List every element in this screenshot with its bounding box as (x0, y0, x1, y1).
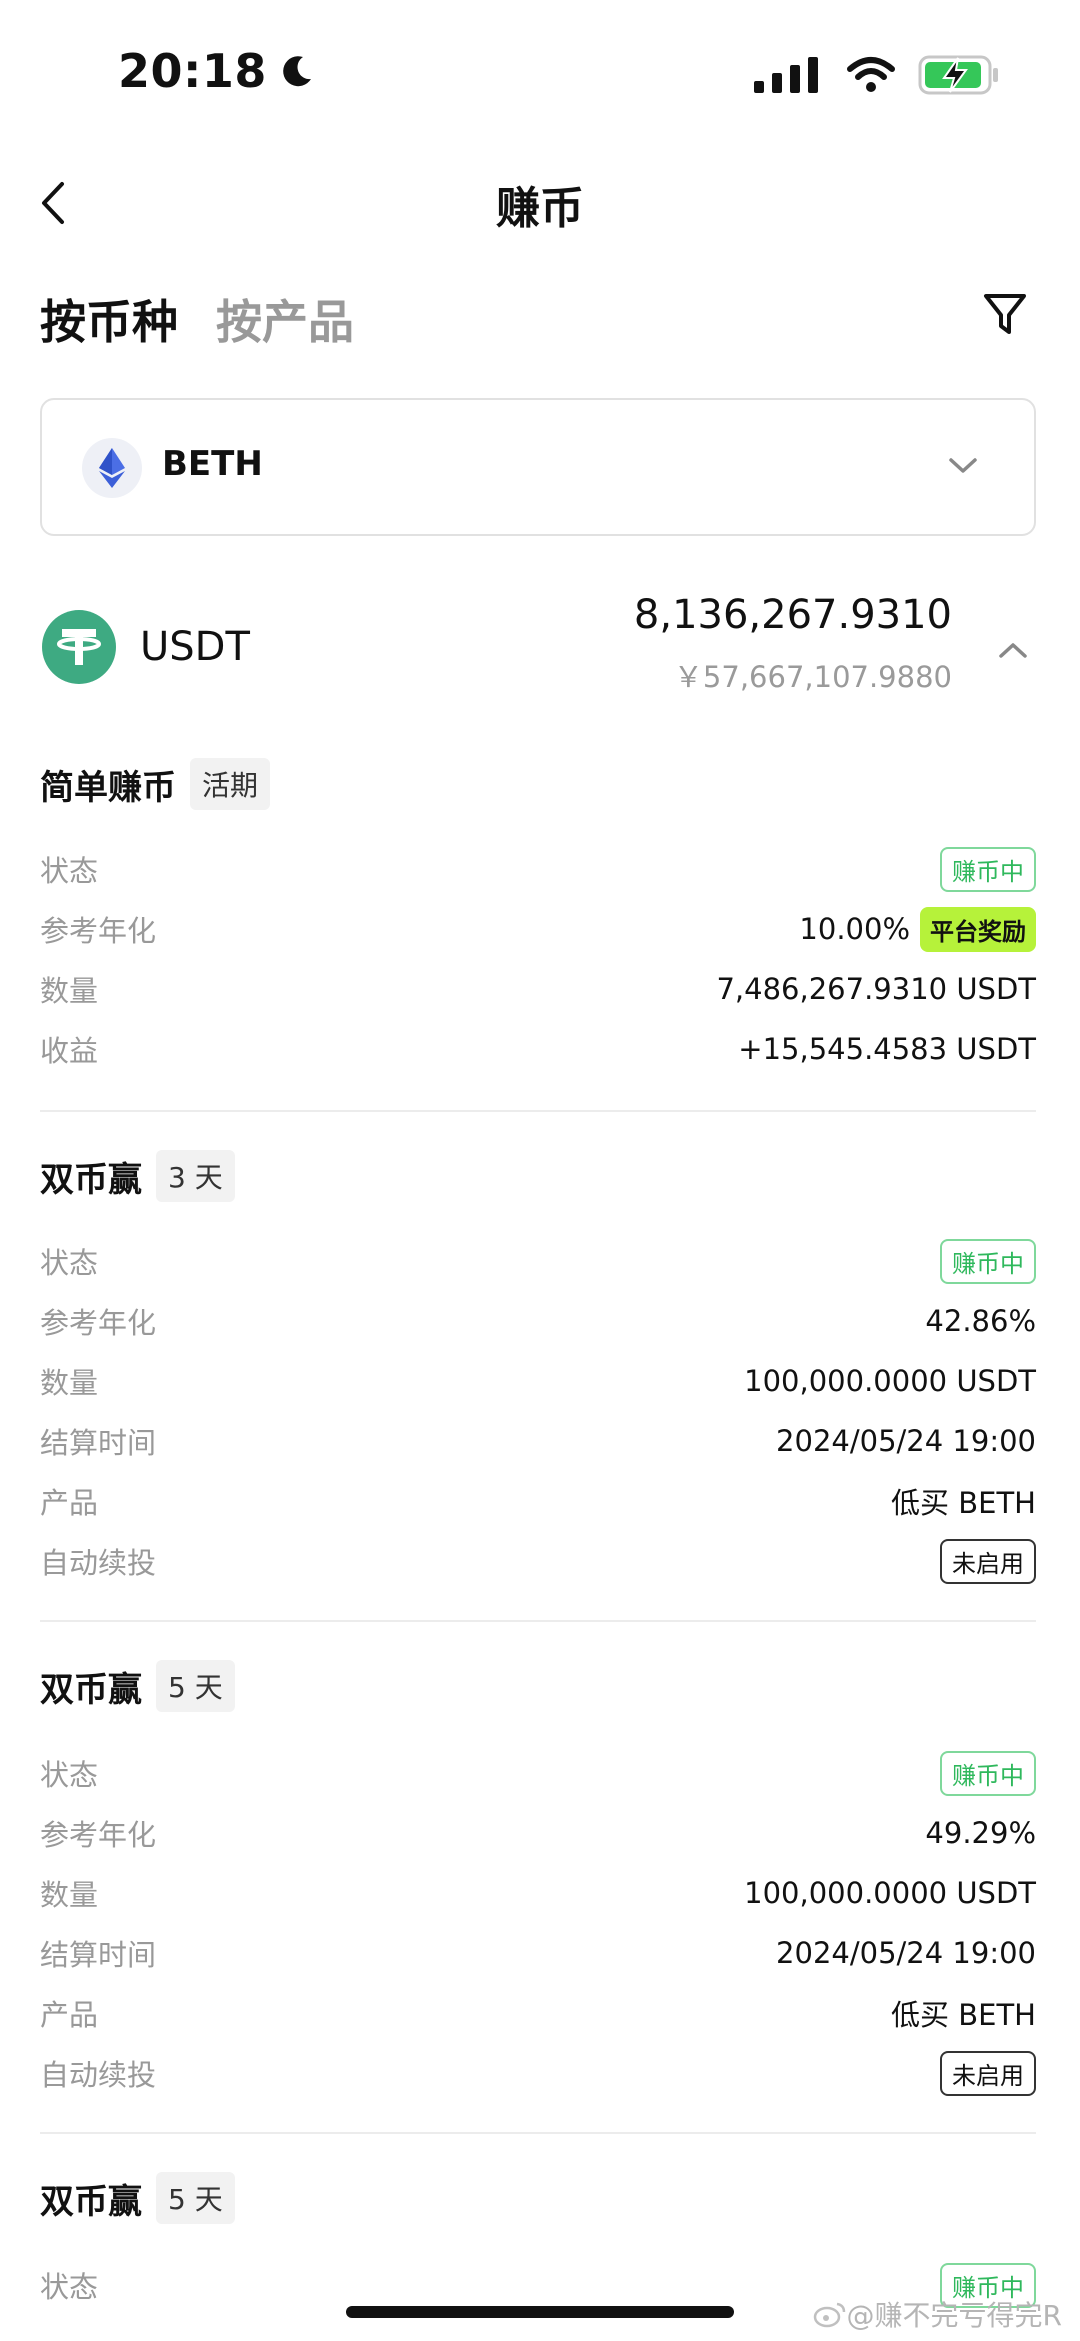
row-label: 参考年化 (40, 1818, 157, 1852)
row-value: 2024/05/24 19:00 (776, 1424, 1036, 1458)
row-status: 状态 赚币中 (40, 844, 1036, 894)
tab-by-coin[interactable]: 按币种 (40, 286, 178, 352)
row-label: 数量 (40, 1366, 99, 1400)
section-title-label: 双币赢 (40, 1669, 142, 1710)
row-apr: 参考年化 49.29% (40, 1808, 1036, 1858)
row-value: 42.86% (925, 1304, 1036, 1338)
section-tag: 5 天 (156, 1660, 235, 1712)
row-quantity: 数量 7,486,267.9310 USDT (40, 964, 1036, 1014)
section-title: 双币赢 3 天 (40, 1150, 235, 1202)
selector-label: BETH (162, 444, 263, 484)
row-label: 状态 (40, 2270, 99, 2304)
status-time-label: 20:18 (118, 44, 267, 98)
status-time: 20:18 (118, 44, 317, 98)
battery-charging-icon (918, 55, 998, 95)
section-tag: 3 天 (156, 1150, 235, 1202)
status-badge: 赚币中 (940, 1750, 1036, 1796)
tab-by-product[interactable]: 按产品 (216, 286, 354, 352)
row-earnings: 收益 +15,545.4583 USDT (40, 1024, 1036, 1074)
row-status: 状态 赚币中 (40, 1748, 1036, 1798)
row-label: 结算时间 (40, 1938, 157, 1972)
section-tag: 5 天 (156, 2172, 235, 2224)
section-title: 简单赚币 活期 (40, 758, 271, 810)
row-auto-renew: 自动续投 未启用 (40, 2048, 1036, 2098)
auto-renew-toggle[interactable]: 未启用 (940, 2050, 1036, 2096)
auto-renew-toggle[interactable]: 未启用 (940, 1538, 1036, 1584)
row-settlement-time: 结算时间 2024/05/24 19:00 (40, 1928, 1036, 1978)
signal-icon (754, 57, 818, 93)
row-label: 收益 (40, 1034, 99, 1068)
coin-selector[interactable]: BETH (40, 398, 1036, 536)
row-apr: 参考年化 42.86% (40, 1296, 1036, 1346)
section-tag: 活期 (190, 758, 271, 810)
chevron-up-icon[interactable] (998, 640, 1028, 660)
section-title-label: 双币赢 (40, 2181, 142, 2222)
status-badge: 赚币中 (940, 846, 1036, 892)
divider (40, 1620, 1036, 1622)
row-value: 49.29% (925, 1816, 1036, 1850)
row-value: 7,486,267.9310 USDT (716, 972, 1036, 1006)
divider (40, 1110, 1036, 1112)
row-quantity: 数量 100,000.0000 USDT (40, 1868, 1036, 1918)
eth-icon (82, 438, 142, 498)
divider (40, 2132, 1036, 2134)
coin-name: USDT (140, 624, 250, 670)
row-value: 低买 BETH (891, 1998, 1036, 2032)
row-value: 10.00% 平台奖励 (799, 906, 1036, 952)
row-label: 状态 (40, 1246, 99, 1280)
chevron-down-icon (949, 458, 977, 473)
row-label: 数量 (40, 1878, 99, 1912)
row-label: 产品 (40, 1998, 99, 2032)
row-label: 状态 (40, 1758, 99, 1792)
row-value: 2024/05/24 19:00 (776, 1936, 1036, 1970)
row-label: 产品 (40, 1486, 99, 1520)
row-value: 100,000.0000 USDT (744, 1364, 1036, 1398)
section-title-label: 简单赚币 (40, 767, 176, 808)
watermark-text: @赚不完亏得完R (846, 2299, 1062, 2332)
status-badge: 赚币中 (940, 1238, 1036, 1284)
weibo-logo-icon (813, 2302, 845, 2328)
row-label: 数量 (40, 974, 99, 1008)
row-settlement-time: 结算时间 2024/05/24 19:00 (40, 1416, 1036, 1466)
row-quantity: 数量 100,000.0000 USDT (40, 1356, 1036, 1406)
filter-icon[interactable] (982, 290, 1028, 338)
row-product: 产品 低买 BETH (40, 1988, 1036, 2038)
usdt-logo-icon (42, 610, 116, 684)
row-value: 低买 BETH (891, 1486, 1036, 1520)
section-title: 双币赢 5 天 (40, 1660, 235, 1712)
row-value: +15,545.4583 USDT (738, 1032, 1036, 1066)
row-product: 产品 低买 BETH (40, 1476, 1036, 1526)
reward-badge: 平台奖励 (920, 906, 1036, 952)
row-label: 自动续投 (40, 2058, 157, 2092)
coin-cny-value: ￥57,667,107.9880 (673, 660, 952, 694)
moon-icon (283, 56, 311, 87)
status-right-icons (754, 54, 1000, 96)
home-indicator[interactable] (346, 2306, 734, 2318)
row-apr: 参考年化 10.00% 平台奖励 (40, 904, 1036, 954)
row-value: 100,000.0000 USDT (744, 1876, 1036, 1910)
coin-amount: 8,136,267.9310 (633, 592, 952, 638)
section-title: 双币赢 5 天 (40, 2172, 235, 2224)
row-label: 结算时间 (40, 1426, 157, 1460)
wifi-icon (847, 57, 895, 92)
row-label: 状态 (40, 854, 99, 888)
page-title: 赚币 (496, 183, 584, 234)
row-label: 自动续投 (40, 1546, 157, 1580)
apr-value: 10.00% (799, 912, 910, 946)
watermark: @赚不完亏得完R (813, 2294, 1062, 2334)
row-label: 参考年化 (40, 1306, 157, 1340)
row-status: 状态 赚币中 (40, 1236, 1036, 1286)
row-auto-renew: 自动续投 未启用 (40, 1536, 1036, 1586)
row-label: 参考年化 (40, 914, 157, 948)
section-title-label: 双币赢 (40, 1159, 142, 1200)
